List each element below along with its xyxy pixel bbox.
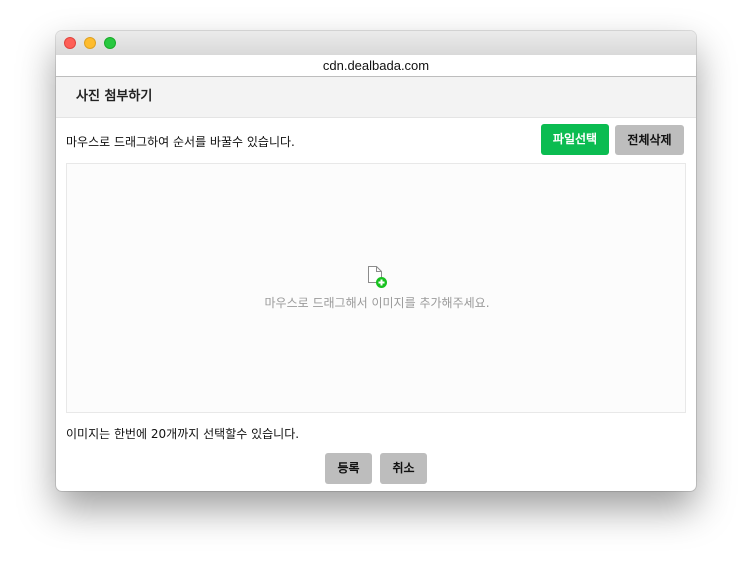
window-titlebar[interactable] — [56, 31, 696, 56]
address-bar: cdn.dealbada.com — [56, 55, 696, 77]
window-minimize-button[interactable] — [84, 37, 96, 49]
drag-reorder-hint: 마우스로 드래그하여 순서를 바꿀수 있습니다. — [66, 135, 295, 149]
popup-title: 사진 첨부하기 — [76, 89, 153, 104]
add-file-icon — [368, 266, 387, 288]
image-dropzone[interactable]: 마우스로 드래그해서 이미지를 추가해주세요. — [66, 163, 686, 413]
file-select-button[interactable]: 파일선택 — [541, 124, 609, 155]
register-button[interactable]: 등록 — [325, 453, 372, 484]
popup-header: 사진 첨부하기 — [56, 77, 696, 118]
browser-popup-window: cdn.dealbada.com 사진 첨부하기 마우스로 드래그하여 순서를 … — [56, 31, 696, 491]
window-close-button[interactable] — [64, 37, 76, 49]
cancel-button[interactable]: 취소 — [380, 453, 427, 484]
window-maximize-button[interactable] — [104, 37, 116, 49]
delete-all-button[interactable]: 전체삭제 — [615, 125, 684, 155]
upload-limit-hint: 이미지는 한번에 20개까지 선택할수 있습니다. — [66, 427, 300, 441]
dropzone-text: 마우스로 드래그해서 이미지를 추가해주세요. — [264, 296, 490, 310]
